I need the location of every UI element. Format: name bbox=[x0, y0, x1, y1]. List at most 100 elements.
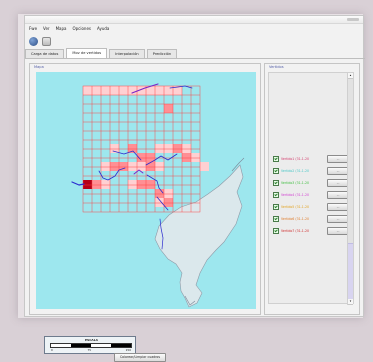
grid-fill bbox=[155, 86, 164, 95]
vertido-button-5[interactable]: ... bbox=[327, 203, 349, 211]
vertido-label-1: Vertido1 (31-1-2007) bbox=[281, 157, 309, 161]
track-blue bbox=[71, 181, 85, 186]
scale-tick: 75 bbox=[87, 348, 91, 352]
menu-fwe[interactable]: Fwe bbox=[29, 26, 37, 32]
vertidos-list: Vertido1 (31-1-2007) ... Vertido2 (31-1-… bbox=[268, 72, 354, 305]
menubar: Fwe Ver Mapa Opciones Ayuda bbox=[29, 26, 109, 32]
grid-fill bbox=[83, 86, 92, 95]
grid-fill bbox=[128, 86, 137, 95]
vertido-row-5: Vertido5 (31-1-2007) ... bbox=[273, 203, 349, 211]
vertido-button-6[interactable]: ... bbox=[327, 215, 349, 223]
vertido-label-4: Vertido4 (31-1-2007) bbox=[281, 193, 309, 197]
grid-fill bbox=[200, 162, 209, 171]
map-view[interactable] bbox=[36, 72, 256, 309]
vertido-label-2: Vertido2 (31-1-2007) bbox=[281, 169, 309, 173]
tab-prediccion[interactable]: Predicción bbox=[146, 49, 178, 58]
globe-icon[interactable] bbox=[29, 36, 38, 46]
vertido-label-5: Vertido5 (31-1-2007) bbox=[281, 205, 309, 209]
scale-title: ESCALA bbox=[85, 338, 98, 342]
scroll-down-icon[interactable]: ▾ bbox=[348, 299, 353, 305]
grid-fill bbox=[101, 180, 110, 189]
grid-fill bbox=[182, 153, 191, 162]
vertido-checkbox-2[interactable] bbox=[273, 168, 279, 174]
grid-fill bbox=[128, 162, 137, 171]
tab-carga-de-datos[interactable]: Carga de datos bbox=[25, 49, 65, 58]
grid-fill bbox=[164, 144, 173, 153]
menu-mapa[interactable]: Mapa bbox=[56, 26, 67, 32]
window-controls-icon[interactable] bbox=[347, 18, 359, 21]
grid-fill bbox=[164, 104, 173, 113]
grid-fill bbox=[173, 144, 182, 153]
scale-tick: 0 bbox=[51, 348, 53, 352]
tab-interpolacion[interactable]: Interpolación bbox=[109, 49, 145, 58]
vertidos-panel: Vertidos Vertido1 (31-1-2007) ... Vertid… bbox=[264, 63, 360, 315]
scale-tick: 150 bbox=[125, 348, 131, 352]
menu-ayuda[interactable]: Ayuda bbox=[97, 26, 109, 32]
grid-fill bbox=[110, 162, 119, 171]
grid-fill bbox=[155, 162, 164, 171]
vertido-button-4[interactable]: ... bbox=[327, 191, 349, 199]
vertido-row-4: Vertido4 (31-1-2007) ... bbox=[273, 191, 349, 199]
vertido-checkbox-4[interactable] bbox=[273, 192, 279, 198]
vertido-checkbox-7[interactable] bbox=[273, 228, 279, 234]
vertido-button-7[interactable]: ... bbox=[327, 227, 349, 235]
vertido-button-1[interactable]: ... bbox=[327, 155, 349, 163]
scroll-thumb[interactable] bbox=[348, 243, 353, 301]
grid-fill bbox=[128, 144, 137, 153]
vertido-checkbox-1[interactable] bbox=[273, 156, 279, 162]
grid-fill bbox=[146, 162, 155, 171]
menu-opciones[interactable]: Opciones bbox=[72, 26, 91, 32]
grid-fill bbox=[92, 86, 101, 95]
grid-fill bbox=[155, 198, 164, 207]
vertido-row-1: Vertido1 (31-1-2007) ... bbox=[273, 155, 349, 163]
vertido-label-3: Vertido3 (31-1-2007) bbox=[281, 181, 309, 185]
toolbar bbox=[29, 36, 51, 46]
menu-ver[interactable]: Ver bbox=[43, 26, 50, 32]
grid-fill bbox=[164, 198, 173, 207]
grid-fill bbox=[137, 162, 146, 171]
vertido-button-2[interactable]: ... bbox=[327, 167, 349, 175]
grid-fill bbox=[83, 180, 92, 189]
grid-lines bbox=[82, 85, 201, 213]
map-svg bbox=[71, 83, 245, 308]
grid-fill bbox=[155, 144, 164, 153]
grid-fill bbox=[101, 86, 110, 95]
vertidos-panel-title: Vertidos bbox=[269, 65, 284, 69]
grid-fill bbox=[146, 180, 155, 189]
color-clear-squares-button[interactable]: Colorear/Limpiar cuadros bbox=[114, 353, 166, 362]
coastline bbox=[154, 164, 244, 308]
tab-mov-de-vertidos[interactable]: Mov de vertidos bbox=[66, 48, 108, 58]
grid-fill bbox=[92, 180, 101, 189]
tab-strip: Carga de datos Mov de vertidos Interpola… bbox=[25, 48, 365, 59]
land bbox=[154, 157, 245, 308]
scroll-up-icon[interactable]: ▴ bbox=[348, 73, 353, 79]
vertido-row-7: Vertido7 (31-1-2007) ... bbox=[273, 227, 349, 235]
grid-fill bbox=[164, 86, 173, 95]
vertido-row-6: Vertido6 (31-1-2007) ... bbox=[273, 215, 349, 223]
vertido-checkbox-6[interactable] bbox=[273, 216, 279, 222]
grid-fill bbox=[128, 180, 137, 189]
grid-fill bbox=[155, 189, 164, 198]
vertido-checkbox-3[interactable] bbox=[273, 180, 279, 186]
grid-icon[interactable] bbox=[42, 36, 51, 46]
grid-fill bbox=[110, 86, 119, 95]
map-panel-title: Mapa bbox=[34, 65, 44, 69]
vertido-row-3: Vertido3 (31-1-2007) ... bbox=[273, 179, 349, 187]
app-window: Fwe Ver Mapa Opciones Ayuda Carga de dat… bbox=[24, 15, 365, 362]
vertido-checkbox-5[interactable] bbox=[273, 204, 279, 210]
grid-fill bbox=[101, 162, 110, 171]
grid-fill bbox=[182, 144, 191, 153]
grid-fill bbox=[119, 86, 128, 95]
grid-fill bbox=[137, 180, 146, 189]
vertido-button-3[interactable]: ... bbox=[327, 179, 349, 187]
vertido-label-6: Vertido6 (31-1-2007) bbox=[281, 217, 309, 221]
vertidos-scrollbar[interactable]: ▴ ▾ bbox=[347, 73, 353, 305]
scale-box: ESCALA 0 75 150 bbox=[44, 336, 136, 354]
map-panel: Mapa ESCALA 0 75 150 Colorear/Limpiar cu… bbox=[29, 63, 261, 362]
grid-fill bbox=[164, 189, 173, 198]
vertido-label-7: Vertido7 (31-1-2007) bbox=[281, 229, 309, 233]
scale-ticks: 0 75 150 bbox=[51, 348, 131, 352]
title-bar bbox=[25, 16, 363, 24]
grid-fill bbox=[191, 153, 200, 162]
vertido-row-2: Vertido2 (31-1-2007) ... bbox=[273, 167, 349, 175]
